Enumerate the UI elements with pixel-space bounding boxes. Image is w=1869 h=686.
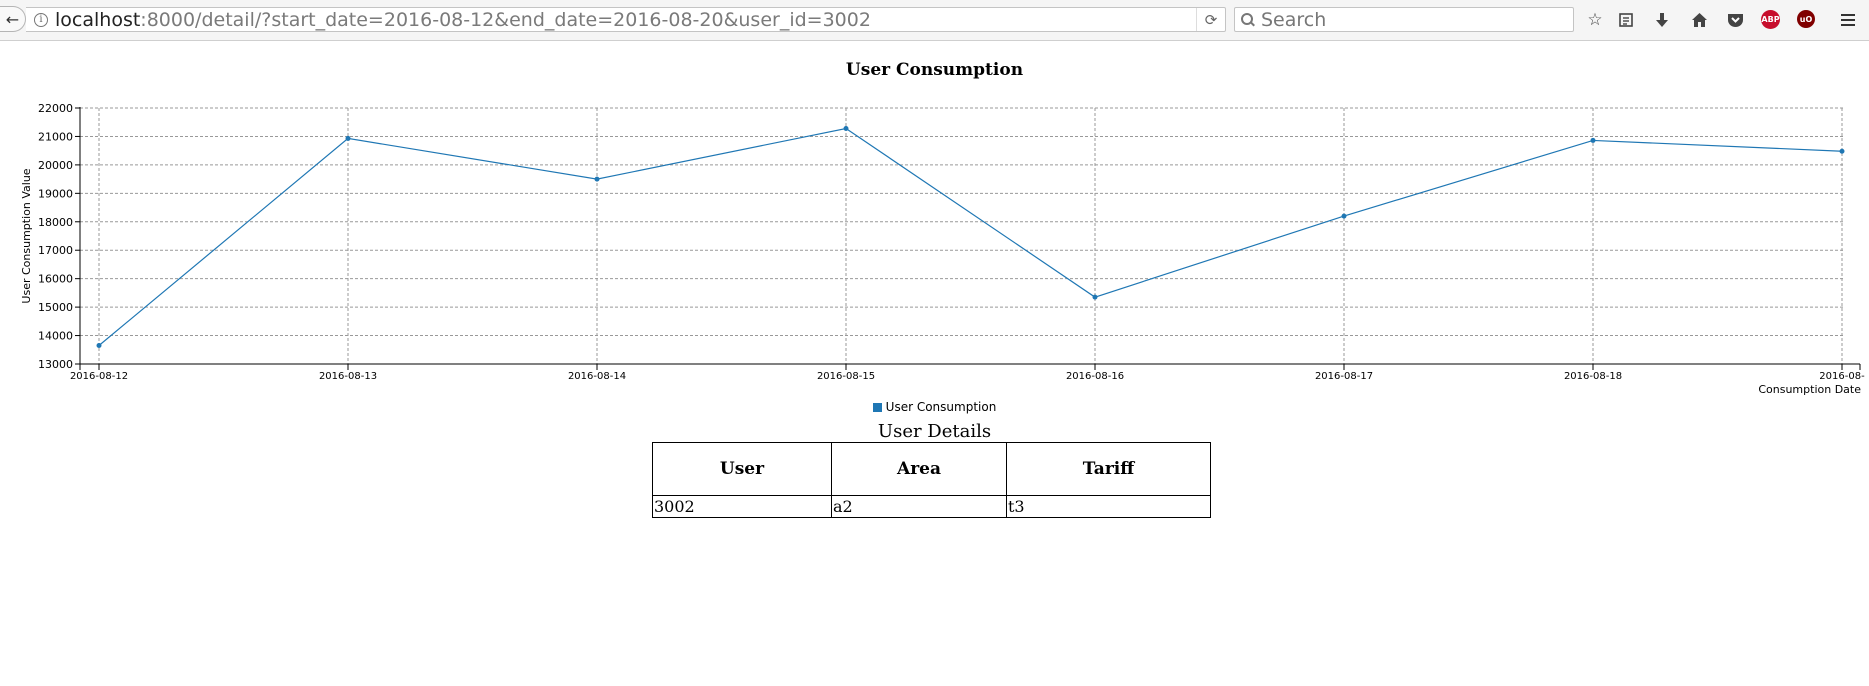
y-tick-label: 19000: [38, 187, 73, 200]
cell-area: a2: [831, 495, 1007, 518]
y-axis-label: User Consumption Value: [20, 168, 33, 303]
chart-grid: [80, 107, 1843, 365]
x-tick-label: 2016-08-16: [1066, 371, 1124, 382]
column-header-user: User: [652, 442, 832, 496]
data-point: [594, 176, 600, 182]
table-row: 3002 a2 t3: [652, 495, 1211, 518]
data-point: [1341, 213, 1347, 219]
y-tick-label: 16000: [38, 273, 73, 286]
y-tick-label: 22000: [38, 102, 73, 115]
y-tick-label: 14000: [38, 330, 73, 343]
y-tick-label: 13000: [38, 358, 73, 371]
data-point: [345, 135, 351, 141]
x-axis-label: Consumption Date: [1758, 383, 1861, 396]
x-tick-label: 2016-08-: [1819, 371, 1865, 382]
x-tick-label: 2016-08-18: [1564, 371, 1622, 382]
cell-user: 3002: [652, 495, 832, 518]
chart-axes: [75, 107, 1861, 370]
series-line: [98, 127, 1843, 346]
data-point: [1839, 148, 1845, 154]
y-tick-label: 21000: [38, 130, 73, 143]
x-tick-label: 2016-08-13: [319, 371, 377, 382]
column-header-area: Area: [831, 442, 1007, 496]
data-point: [1092, 294, 1098, 300]
y-tick-label: 17000: [38, 244, 73, 257]
table-caption: User Details: [877, 421, 992, 442]
legend-swatch: [872, 403, 882, 412]
data-point: [843, 125, 849, 131]
x-tick-label: 2016-08-15: [817, 371, 875, 382]
chart-legend[interactable]: User Consumption: [0, 400, 1869, 414]
chart-labels: 13000 14000 15000 16000 17000 18000 19000 20000…: [20, 102, 1865, 396]
cell-tariff: t3: [1006, 495, 1211, 518]
x-tick-label: 2016-08-14: [568, 371, 626, 382]
x-tick-label: 2016-08-12: [70, 371, 128, 382]
y-tick-label: 15000: [38, 301, 73, 314]
x-tick-label: 2016-08-17: [1315, 371, 1373, 382]
data-point: [1590, 137, 1596, 143]
data-point: [96, 343, 102, 349]
y-tick-label: 20000: [38, 159, 73, 172]
table-header-row: User Area Tariff: [652, 442, 1211, 496]
legend-label: User Consumption: [885, 400, 997, 414]
user-details-table: User Area Tariff 3002 a2 t3: [652, 442, 1211, 518]
chart-series: [96, 125, 1845, 349]
y-tick-label: 18000: [38, 216, 73, 229]
consumption-chart: 13000 14000 15000 16000 17000 18000 19000 20000…: [20, 102, 1865, 396]
column-header-tariff: Tariff: [1006, 442, 1211, 496]
